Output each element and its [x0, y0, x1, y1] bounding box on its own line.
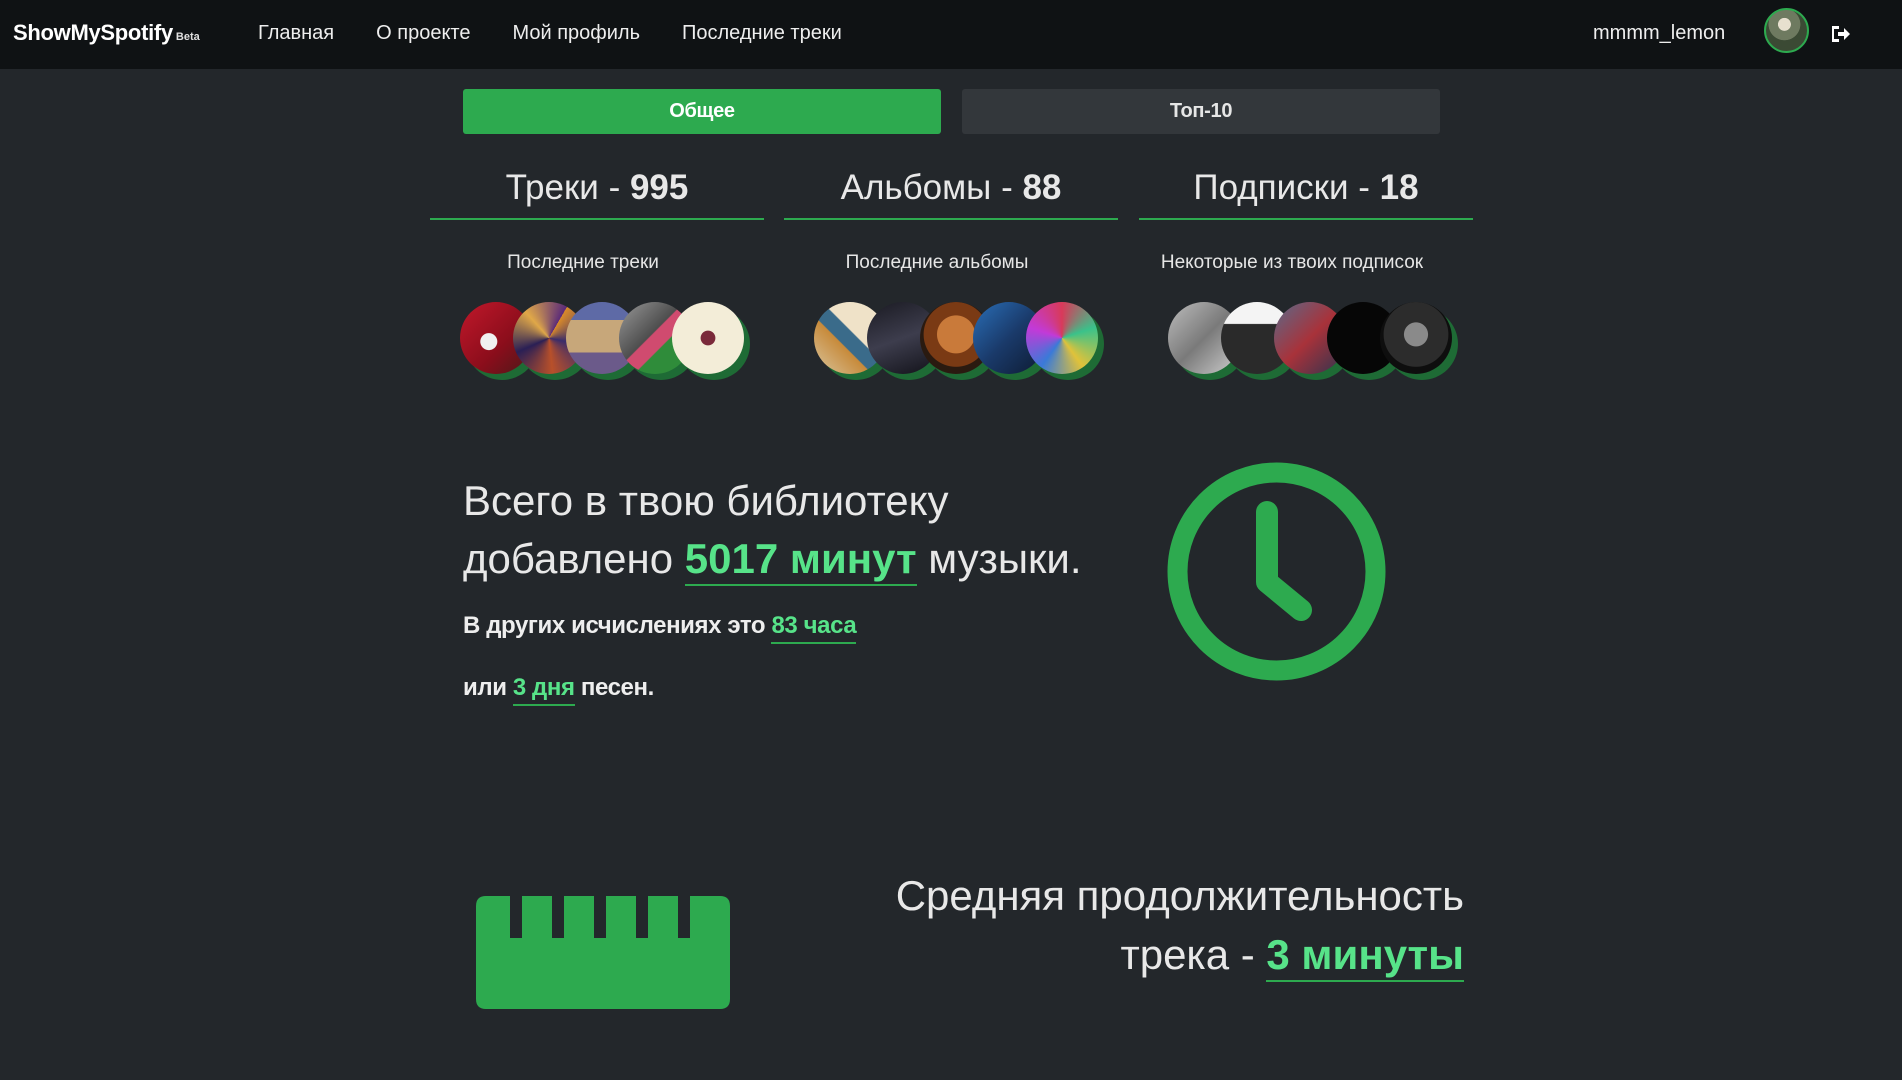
- total-hours: 83 часа: [771, 612, 857, 644]
- recent-tracks-caption: Последние треки: [507, 252, 659, 273]
- recent-albums-covers: [814, 302, 1104, 382]
- nav-link-about[interactable]: О проекте: [376, 22, 470, 45]
- hours-line-pre: В других исчислениях это: [463, 612, 772, 639]
- library-line2-pre: добавлено: [463, 535, 685, 582]
- library-summary: Всего в твою библиотеку добавлено 5017 м…: [463, 472, 1103, 706]
- stat-tracks-heading: Треки - 995: [430, 168, 764, 220]
- stat-albums-heading: Альбомы - 88: [784, 168, 1118, 220]
- top-navbar: ShowMySpotify Beta Главная О проекте Мой…: [0, 0, 1902, 69]
- artist-photo[interactable]: [1380, 302, 1458, 380]
- nav-links: Главная О проекте Мой профиль Последние …: [258, 22, 884, 45]
- track-cover[interactable]: [672, 302, 750, 380]
- total-days: 3 дня: [512, 674, 575, 706]
- stat-albums: Альбомы - 88: [784, 168, 1118, 220]
- nav-link-home[interactable]: Главная: [258, 22, 334, 45]
- duration-line1: Средняя продолжительность: [895, 872, 1464, 919]
- days-line-post: песен.: [574, 674, 654, 701]
- clock-icon: [1167, 462, 1386, 681]
- days-line: или 3 дня песен.: [463, 674, 1103, 706]
- stat-follows-label: Подписки -: [1193, 168, 1380, 207]
- beta-badge: Beta: [175, 31, 200, 43]
- stat-follows-heading: Подписки - 18: [1139, 168, 1473, 220]
- tab-top10[interactable]: Топ-10: [962, 89, 1440, 134]
- stat-albums-value: 88: [1022, 168, 1062, 207]
- library-line2: добавлено 5017 минут музыки.: [463, 530, 1103, 588]
- stat-follows-value: 18: [1379, 168, 1419, 207]
- average-duration: Средняя продолжительность трека - 3 мину…: [780, 866, 1464, 984]
- stat-tracks: Треки - 995: [430, 168, 764, 220]
- brand-logo[interactable]: ShowMySpotify Beta: [13, 20, 200, 46]
- brand-name[interactable]: ShowMySpotify: [13, 20, 173, 46]
- library-line1: Всего в твою библиотеку: [463, 477, 949, 524]
- stat-tracks-value: 995: [629, 168, 689, 207]
- nav-link-recent-tracks[interactable]: Последние треки: [682, 22, 842, 45]
- stat-albums-label: Альбомы -: [840, 168, 1023, 207]
- hours-line: В других исчислениях это 83 часа: [463, 612, 1103, 644]
- tab-general[interactable]: Общее: [463, 89, 941, 134]
- duration-line2-pre: трека -: [1120, 931, 1267, 978]
- average-track-duration: 3 минуты: [1266, 931, 1464, 982]
- recent-tracks-covers: [460, 302, 750, 382]
- duration-line2: трека - 3 минуты: [780, 925, 1464, 984]
- username[interactable]: mmmm_lemon: [1593, 22, 1725, 45]
- some-follows-caption: Некоторые из твоих подписок: [1160, 252, 1424, 273]
- days-line-pre: или: [463, 674, 513, 701]
- album-cover[interactable]: [1026, 302, 1104, 380]
- ruler-icon: [476, 896, 730, 1009]
- total-minutes: 5017 минут: [684, 535, 917, 586]
- avatar[interactable]: [1764, 8, 1809, 53]
- library-line2-post: музыки.: [916, 535, 1082, 582]
- stat-tracks-label: Треки -: [505, 168, 630, 207]
- nav-link-profile[interactable]: Мой профиль: [512, 22, 640, 45]
- sign-out-icon[interactable]: [1829, 24, 1851, 44]
- recent-albums-caption: Последние альбомы: [845, 252, 1029, 273]
- stat-follows: Подписки - 18: [1139, 168, 1473, 220]
- follows-covers: [1168, 302, 1458, 382]
